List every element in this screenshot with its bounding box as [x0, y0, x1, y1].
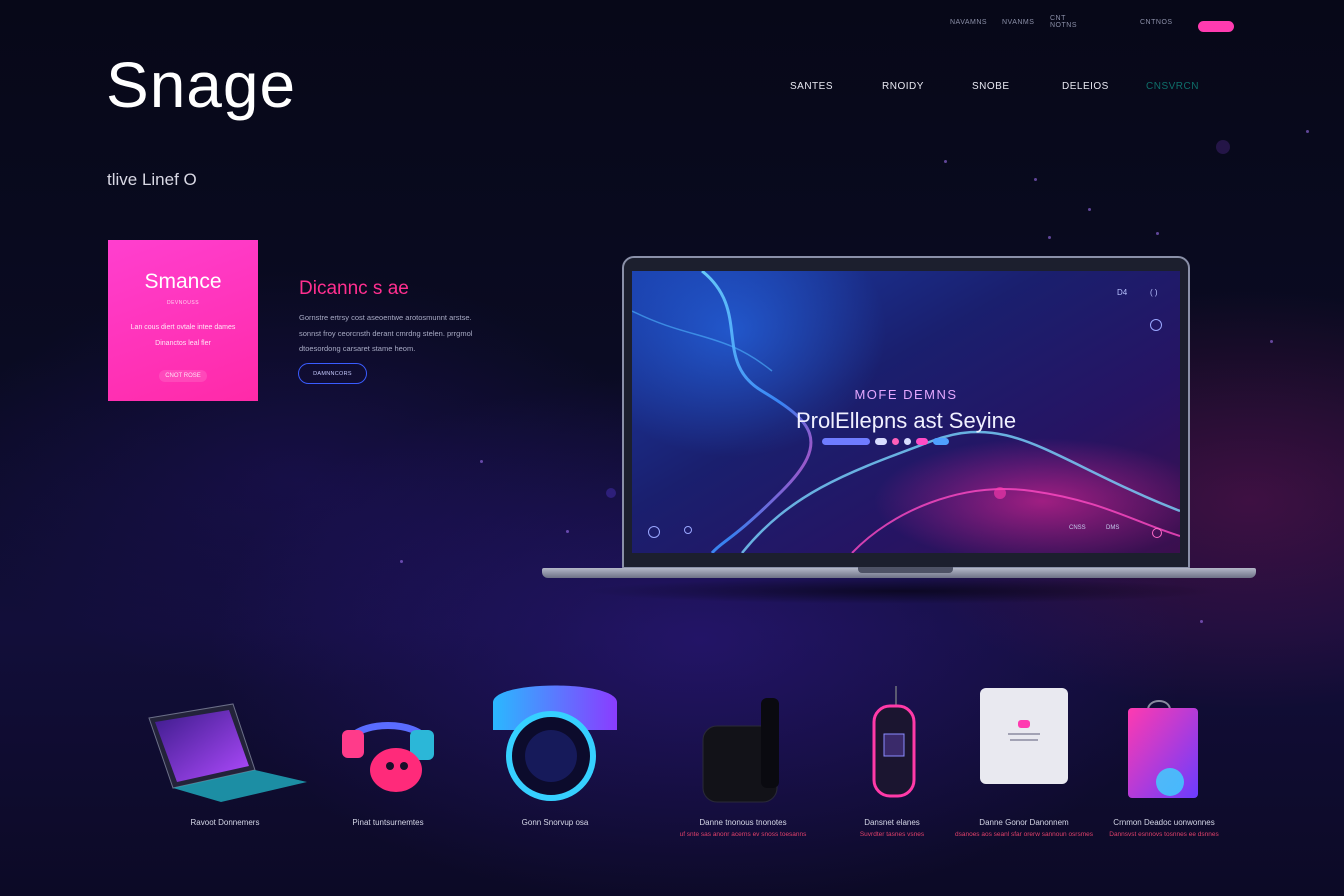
- laptop-icon: [135, 670, 315, 810]
- promo-card-title: Smance: [144, 270, 222, 293]
- utility-cta-button[interactable]: [1198, 21, 1234, 32]
- product-card-headphones[interactable]: Pinat tuntsurnemtes: [298, 670, 478, 827]
- bag-icon: [1074, 670, 1254, 810]
- promo-card-subtitle: DEVNOUSS: [166, 300, 200, 306]
- tagline: tlive Linef O: [107, 170, 197, 189]
- product-card-laptop[interactable]: Ravoot Donnemers: [135, 670, 315, 827]
- nav-item-5[interactable]: CNSVRCN: [1146, 81, 1199, 92]
- utility-link-3[interactable]: CNT NOTNS: [1050, 15, 1077, 29]
- screen-label-2: ( ): [1150, 288, 1158, 297]
- screen-bottom-label-1: CNSS: [1069, 525, 1086, 531]
- screen-action-icon[interactable]: [1152, 528, 1162, 538]
- vr-headset-icon: [465, 670, 645, 810]
- laptop-shadow: [582, 578, 1222, 604]
- headphones-icon: [298, 670, 478, 810]
- promo-card[interactable]: Smance DEVNOUSS Lan cous diert ovtale in…: [108, 240, 258, 401]
- laptop-notch: [858, 567, 953, 573]
- laptop-screen: D4 ( ) MOFE DEMNS ProlEllepns ast Seyine…: [632, 271, 1180, 553]
- laptop-lid: D4 ( ) MOFE DEMNS ProlEllepns ast Seyine…: [622, 256, 1190, 569]
- promo-card-text: Lan cous diert ovtale intee dames Dinanc…: [130, 324, 236, 347]
- utility-link-1[interactable]: NAVAMNS: [950, 19, 987, 26]
- nav-item-1[interactable]: SANTES: [790, 81, 833, 92]
- laptop-mockup: D4 ( ) MOFE DEMNS ProlEllepns ast Seyine…: [542, 256, 1256, 604]
- hero-cta-button[interactable]: DAMNNCORS: [298, 363, 367, 384]
- brand-logo[interactable]: Snage: [106, 48, 296, 122]
- promo-card-button[interactable]: CNOT ROSE: [159, 370, 207, 382]
- product-card-bag[interactable]: Crnmon Deadoc uonwonnes Dannsvst esnnovs…: [1074, 670, 1254, 840]
- nav-item-4[interactable]: DELEIOS: [1062, 81, 1109, 92]
- utility-link-4[interactable]: CNTNOS: [1140, 19, 1173, 26]
- screen-next-icon[interactable]: [684, 526, 692, 534]
- screen-circle-icon[interactable]: [1150, 319, 1162, 331]
- nav-item-3[interactable]: SNOBE: [972, 81, 1010, 92]
- screen-kicker: MOFE DEMNS: [854, 387, 958, 402]
- product-card-vr-headset[interactable]: Gonn Snorvup osa: [465, 670, 645, 827]
- nav-item-2[interactable]: RNOIDY: [882, 81, 924, 92]
- utility-link-2[interactable]: NVANMS: [1002, 19, 1034, 26]
- product-label: Pinat tuntsurnemtes: [352, 818, 424, 827]
- product-desc: Dannsvst esnnovs tosnnes ee dsnnes: [1109, 831, 1219, 838]
- hero-title: Dicannc s ae: [299, 278, 409, 299]
- screen-title: ProlEllepns ast Seyine: [795, 408, 1017, 433]
- product-label: Crnmon Deadoc uonwonnes: [1113, 818, 1215, 827]
- hero-body: Gornstre ertrsy cost aseoentwe arotosmun…: [299, 313, 473, 353]
- screen-label-1: D4: [1117, 288, 1128, 297]
- product-label: Gonn Snorvup osa: [521, 818, 589, 827]
- screen-prev-icon[interactable]: [648, 526, 660, 538]
- screen-bottom-label-2: DMS: [1106, 525, 1120, 531]
- product-label: Ravoot Donnemers: [190, 818, 260, 827]
- screen-pagination[interactable]: [822, 438, 949, 445]
